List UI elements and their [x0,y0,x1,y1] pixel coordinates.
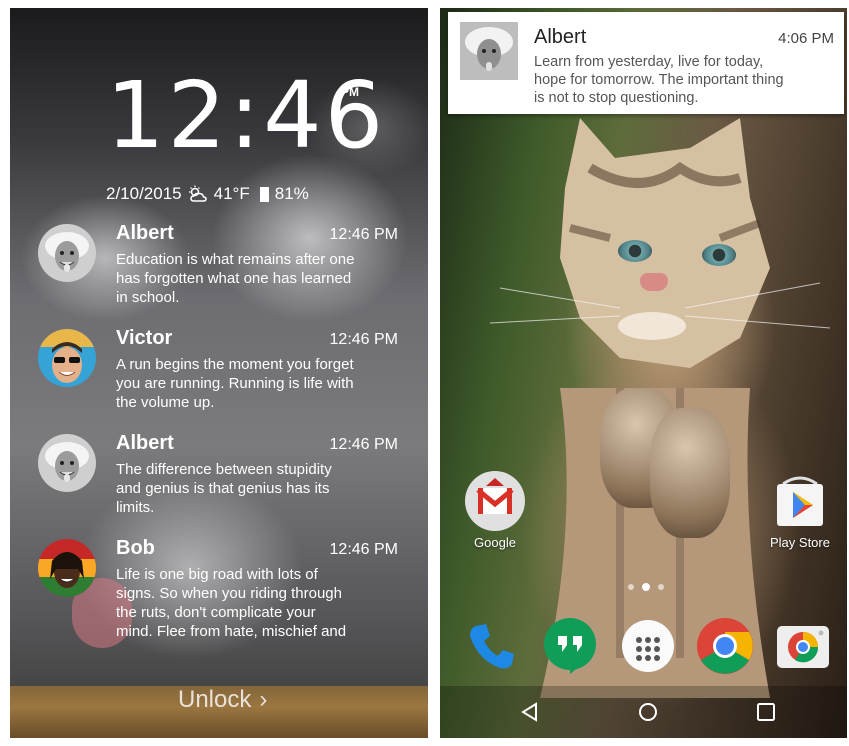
avatar-bob [38,539,96,597]
app-label: Play Store [770,535,830,550]
page-indicator [628,583,664,591]
home-icon[interactable] [636,700,660,724]
page-dot [658,584,664,590]
wallpaper-detail [618,240,652,262]
notification-item[interactable]: Albert 12:46 PM The difference between s… [38,432,398,524]
heads-up-sender: Albert [534,26,587,48]
hangouts-icon[interactable] [540,616,600,676]
heads-up-notification[interactable]: Albert 4:06 PM Learn from yesterday, liv… [448,12,844,114]
home-screen: Albert 4:06 PM Learn from yesterday, liv… [440,8,847,738]
app-label: Google [474,535,516,550]
page-dot-active [642,583,650,591]
back-icon[interactable] [518,700,542,724]
avatar-albert [38,224,96,282]
lock-ampm: PM [341,85,359,99]
chevron-right-icon: › [259,686,268,713]
notification-time: 12:46 PM [329,331,398,348]
notification-message: Education is what remains after one has … [116,251,355,306]
lock-status-line: 2/10/2015 41°F 81% [106,184,309,204]
lock-clock: 12:46 [106,62,387,169]
heads-up-message: Learn from yesterday, live for today, ho… [534,54,784,106]
navigation-bar [440,686,847,738]
unlock-button[interactable]: Unlock › [178,686,267,714]
lock-temperature: 41°F [213,184,250,203]
app-play-store[interactable]: Play Store [760,470,840,550]
notification-time: 12:46 PM [329,226,398,243]
wallpaper-detail [650,408,730,538]
notification-time: 12:46 PM [329,436,398,453]
notification-sender: Victor [116,327,173,349]
notification-sender: Albert [116,222,174,244]
avatar-albert [460,22,518,80]
notification-item[interactable]: Victor 12:46 PM A run begins the moment … [38,327,398,419]
avatar-victor [38,329,96,387]
notification-sender: Albert [116,432,174,454]
battery-icon [259,186,269,202]
lock-battery-percent: 81% [274,184,309,203]
unlock-label: Unlock [178,686,252,713]
notification-sender: Bob [116,537,155,559]
app-drawer-icon[interactable] [618,616,678,676]
camera-icon[interactable] [773,616,833,676]
avatar-albert [38,434,96,492]
notification-message: The difference between stupidity and gen… [116,461,332,516]
partly-cloudy-icon [188,185,207,202]
recents-icon[interactable] [754,700,778,724]
notification-message: Life is one big road with lots of signs.… [116,566,347,640]
play-store-icon [777,476,823,526]
chrome-icon[interactable] [695,616,755,676]
phone-icon[interactable] [462,616,522,676]
notification-item[interactable]: Bob 12:46 PM Life is one big road with l… [38,537,398,649]
notification-message: A run begins the moment you forget you a… [116,356,354,411]
lock-screen: 12:46 PM 2/10/2015 41°F 81% Albert 12:46… [10,8,428,738]
page-dot [628,584,634,590]
app-google[interactable]: Google [460,470,530,550]
gmail-icon [465,471,525,531]
notification-time: 12:46 PM [329,541,398,558]
notification-item[interactable]: Albert 12:46 PM Education is what remain… [38,222,398,314]
lock-date: 2/10/2015 [106,184,182,203]
heads-up-time: 4:06 PM [778,30,834,47]
wallpaper-detail [702,244,736,266]
wallpaper-detail [640,273,668,291]
